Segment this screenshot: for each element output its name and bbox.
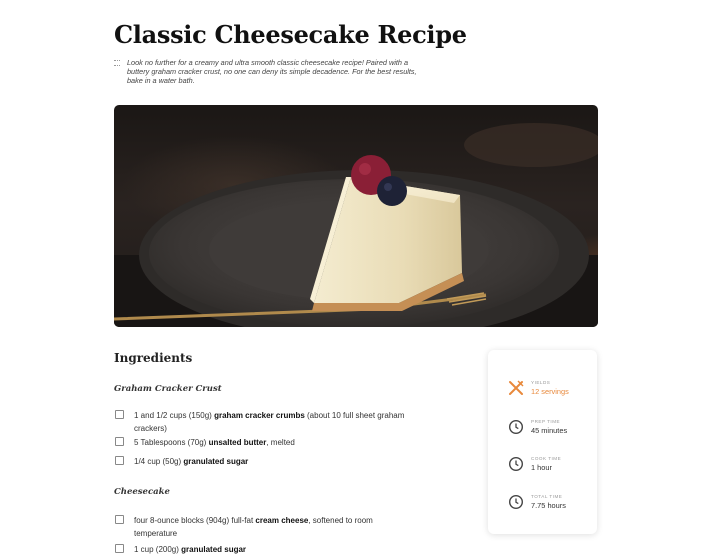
yields-label: YIELDS [531,380,551,385]
yields-value: 12 servings [531,387,569,396]
recipe-intro: Look no further for a creamy and ultra s… [114,58,424,85]
recipe-title: Classic Cheesecake Recipe [114,20,467,49]
prep-time-value: 45 minutes [531,426,568,435]
ingredient-item: 1 and 1/2 cups (150g) graham cracker cru… [115,410,415,435]
total-time-value: 7.75 hours [531,501,566,510]
ingredient-checkbox[interactable] [115,410,124,419]
ingredient-item: four 8-ounce blocks (904g) full-fat crea… [115,515,415,540]
ingredient-checkbox[interactable] [115,437,124,446]
ingredient-item: 1/4 cup (50g) granulated sugar [115,456,415,469]
prep-time-label: PREP TIME [531,419,561,424]
ingredient-item: 5 Tablespoons (70g) unsalted butter, mel… [115,437,415,450]
ingredient-item: 1 cup (200g) granulated sugar [115,544,415,557]
recipe-details-card: YIELDS 12 servings PREP TIME 45 minutes … [488,350,597,534]
cheesecake-section-title: Cheesecake [114,487,170,497]
cheesecake-illustration [114,123,598,327]
quote-mark-icon [114,60,120,66]
total-time-label: TOTAL TIME [531,494,563,499]
clock-icon [508,419,524,435]
ingredient-checkbox[interactable] [115,544,124,553]
intro-text: Look no further for a creamy and ultra s… [127,58,417,85]
clock-icon [508,456,524,472]
clock-icon [508,494,524,510]
utensils-icon [509,380,524,395]
ingredients-heading: Ingredients [114,351,193,365]
cheesecake-photo [114,105,598,327]
crust-section-title: Graham Cracker Crust [114,384,222,394]
ingredient-checkbox[interactable] [115,456,124,465]
ingredient-checkbox[interactable] [115,515,124,524]
cook-time-label: COOK TIME [531,456,562,461]
cook-time-value: 1 hour [531,463,552,472]
